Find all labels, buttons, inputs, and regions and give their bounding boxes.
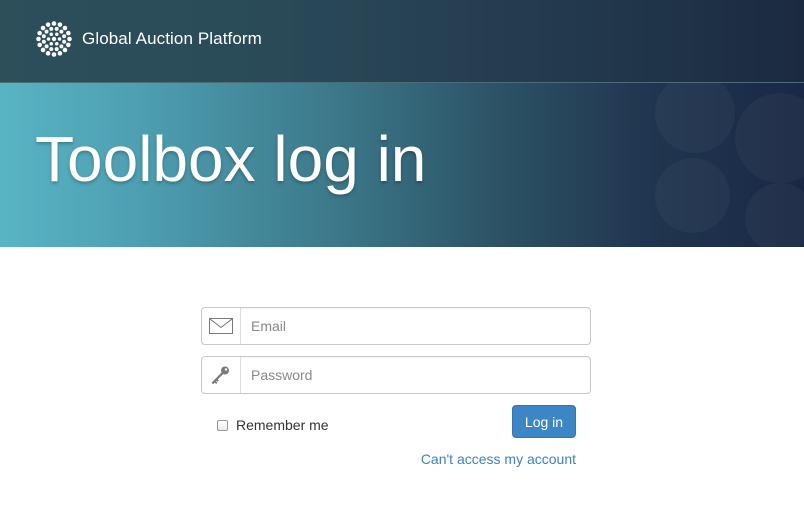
brand-link[interactable]: Global Auction Platform	[35, 20, 262, 58]
hero-banner: Toolbox log in	[0, 83, 804, 247]
brand-name: Global Auction Platform	[82, 29, 262, 48]
bokeh-decoration	[735, 93, 804, 183]
remember-me-checkbox[interactable]	[217, 419, 228, 431]
remember-me-label: Remember me	[236, 417, 329, 433]
remember-me[interactable]: Remember me	[217, 417, 329, 433]
email-field[interactable]	[241, 308, 590, 344]
login-form: Remember me Log in Can't access my accou…	[201, 307, 591, 467]
login-button[interactable]: Log in	[512, 405, 576, 438]
password-field[interactable]	[241, 357, 590, 393]
bokeh-decoration	[655, 158, 730, 233]
dotted-circle-logo-icon	[36, 21, 72, 57]
top-navbar: Global Auction Platform	[0, 0, 804, 83]
email-addon	[202, 308, 241, 344]
envelope-icon	[209, 318, 233, 334]
bokeh-decoration	[655, 83, 735, 153]
password-input-group	[201, 356, 591, 394]
email-input-group	[201, 307, 591, 345]
key-icon	[211, 366, 229, 385]
cant-access-account-link[interactable]: Can't access my account	[421, 451, 576, 467]
bokeh-decoration	[745, 183, 804, 247]
page-title: Toolbox log in	[35, 123, 427, 195]
password-addon	[202, 357, 241, 393]
